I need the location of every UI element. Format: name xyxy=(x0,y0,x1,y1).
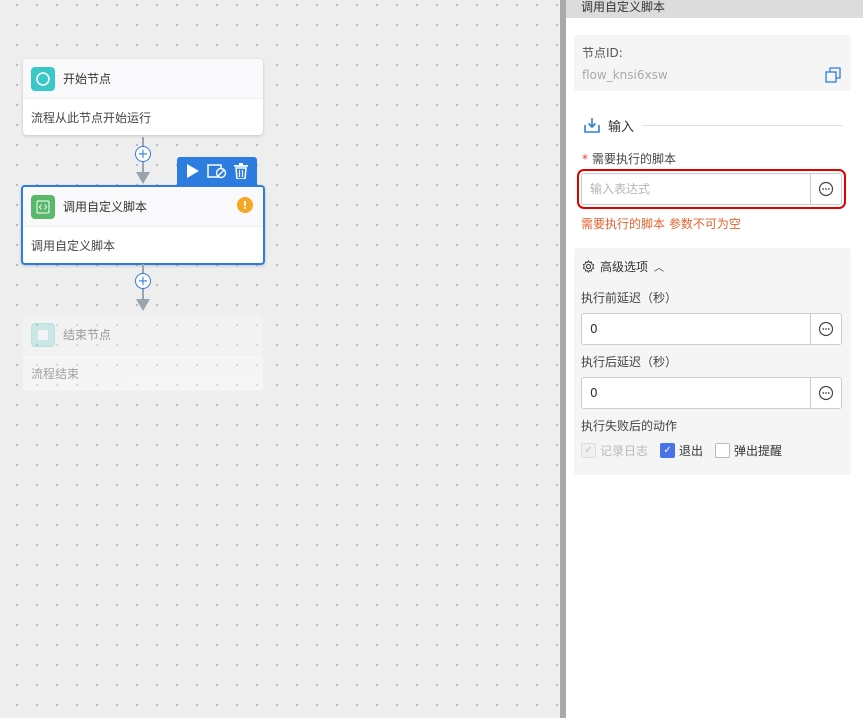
end-node-description: 流程结束 xyxy=(31,366,80,381)
ellipsis-icon xyxy=(818,385,834,401)
script-expression-input[interactable] xyxy=(581,173,811,205)
popup-alert-checkbox-label: 弹出提醒 xyxy=(734,444,783,458)
start-node-title: 开始节点 xyxy=(63,72,112,86)
delay-before-field xyxy=(581,313,842,345)
on-failure-options: ✓ 记录日志 ✓ 退出 弹出提醒 xyxy=(581,442,794,459)
delete-node-button[interactable] xyxy=(231,161,251,181)
flow-canvas[interactable]: 开始节点 流程从此节点开始运行 + 调用自定义脚本 ! 调用自定义脚本 + 结束… xyxy=(0,0,560,718)
play-icon xyxy=(187,164,199,178)
log-checkbox[interactable]: ✓ 记录日志 xyxy=(581,442,648,459)
disable-node-button[interactable] xyxy=(207,161,227,181)
script-expression-field xyxy=(577,169,846,209)
script-field-label: * 需要执行的脚本 xyxy=(582,152,677,166)
exit-checkbox[interactable]: ✓ 退出 xyxy=(660,442,703,459)
delay-after-field xyxy=(581,377,842,409)
more-options-button[interactable] xyxy=(811,173,842,205)
gear-icon xyxy=(582,260,595,273)
check-icon: ✓ xyxy=(581,443,596,458)
input-section-title: 输入 xyxy=(608,119,635,135)
script-field-error: 需要执行的脚本 参数不可为空 xyxy=(581,217,741,231)
required-mark: * xyxy=(582,152,588,166)
end-node[interactable]: 结束节点 流程结束 xyxy=(23,315,263,391)
end-node-title: 结束节点 xyxy=(63,328,112,342)
arrow-down-icon xyxy=(136,299,150,311)
exit-checkbox-label: 退出 xyxy=(679,444,704,458)
start-node-description: 流程从此节点开始运行 xyxy=(31,110,152,125)
connector-start-to-script: + xyxy=(133,137,153,185)
popup-alert-checkbox[interactable]: 弹出提醒 xyxy=(715,442,782,459)
check-icon: ✓ xyxy=(660,443,676,458)
end-node-header: 结束节点 xyxy=(23,315,263,355)
script-node-header: 调用自定义脚本 ! xyxy=(23,187,263,227)
advanced-options-toggle[interactable]: 高级选项 ︿ xyxy=(582,258,664,275)
warning-icon[interactable]: ! xyxy=(237,197,253,213)
panel-title: 调用自定义脚本 xyxy=(566,0,863,18)
script-node[interactable]: 调用自定义脚本 ! 调用自定义脚本 xyxy=(21,185,265,265)
advanced-options-title: 高级选项 xyxy=(600,260,649,274)
copy-icon[interactable] xyxy=(825,67,841,86)
node-toolbar xyxy=(177,157,257,185)
node-id-value: flow_knsi6xsw xyxy=(582,68,668,82)
script-node-description: 调用自定义脚本 xyxy=(31,238,116,253)
add-node-button[interactable]: + xyxy=(135,146,151,162)
on-failure-label: 执行失败后的动作 xyxy=(581,419,678,433)
run-node-button[interactable] xyxy=(183,161,203,181)
delay-before-label: 执行前延迟（秒） xyxy=(581,291,678,305)
disable-icon xyxy=(207,164,227,179)
delay-before-input[interactable] xyxy=(581,313,811,345)
delay-after-label: 执行后延迟（秒） xyxy=(581,355,678,369)
square-icon xyxy=(31,322,55,347)
log-checkbox-label: 记录日志 xyxy=(600,444,649,458)
connector-script-to-end: + xyxy=(133,264,153,314)
delay-after-options-button[interactable] xyxy=(811,377,842,409)
start-node[interactable]: 开始节点 流程从此节点开始运行 xyxy=(23,59,263,135)
download-icon xyxy=(584,118,600,133)
input-section: 输入 * 需要执行的脚本 xyxy=(574,105,851,167)
delay-before-options-button[interactable] xyxy=(811,313,842,345)
circle-icon xyxy=(31,66,55,91)
ellipsis-icon xyxy=(818,321,834,337)
arrow-down-icon xyxy=(136,172,150,184)
code-icon xyxy=(31,194,55,219)
ellipsis-icon xyxy=(818,181,834,197)
input-section-header: 输入 xyxy=(574,105,851,145)
trash-icon xyxy=(234,163,248,179)
add-node-button[interactable]: + xyxy=(135,273,151,289)
node-id-card: 节点ID: flow_knsi6xsw xyxy=(574,35,851,91)
section-divider xyxy=(642,124,843,126)
start-node-header: 开始节点 xyxy=(23,59,263,99)
checkbox-empty-icon xyxy=(715,443,731,458)
node-id-label: 节点ID: xyxy=(582,46,623,60)
chevron-up-icon: ︿ xyxy=(654,263,665,274)
delay-after-input[interactable] xyxy=(581,377,811,409)
script-node-title: 调用自定义脚本 xyxy=(63,200,148,214)
